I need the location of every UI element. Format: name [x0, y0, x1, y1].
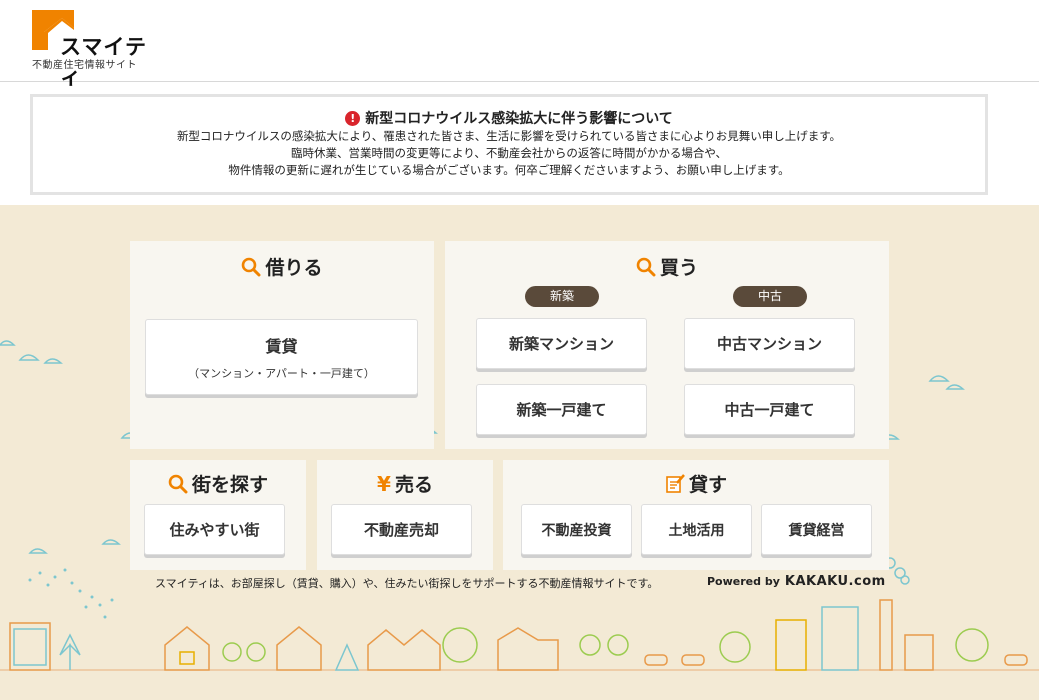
site-logo[interactable]: スマイティ 不動産住宅情報サイト [32, 10, 152, 89]
real-estate-sale-button[interactable]: 不動産売却 [331, 504, 472, 555]
search-icon [241, 257, 261, 277]
sell-title: ¥ 売る [317, 470, 493, 497]
land-use-label: 土地活用 [668, 522, 725, 539]
new-mansion-label: 新築マンション [508, 335, 614, 353]
rent-title-text: 借りる [265, 257, 323, 279]
search-icon [168, 474, 188, 494]
rental-management-label: 賃貸経営 [788, 522, 845, 539]
land-use-button[interactable]: 土地活用 [641, 504, 752, 555]
kakaku-logo: KAKAKU.com [784, 574, 886, 589]
town-panel: 街を探す 住みやすい街 [130, 460, 306, 570]
used-mansion-label: 中古マンション [716, 335, 822, 353]
lend-title: 貸す [503, 470, 889, 497]
chintai-sub-label: （マンション・アパート・一戸建て） [188, 367, 375, 380]
lend-title-text: 貸す [688, 474, 727, 496]
town-title-text: 街を探す [191, 474, 268, 496]
used-tag: 中古 [733, 286, 807, 307]
rent-panel: 借りる 賃貸 （マンション・アパート・一戸建て） [130, 241, 434, 449]
town-title: 街を探す [130, 470, 306, 497]
used-house-label: 中古一戸建て [724, 401, 815, 419]
used-house-button[interactable]: 中古一戸建て [684, 384, 855, 435]
powered-by-text: Powered by [707, 575, 780, 588]
logo-tagline: 不動産住宅情報サイト [32, 60, 137, 71]
rental-management-button[interactable]: 賃貸経営 [761, 504, 872, 555]
notice-title-text: 新型コロナウイルス感染拡大に伴う影響について [365, 111, 673, 127]
livable-town-label: 住みやすい街 [169, 521, 260, 539]
livable-town-button[interactable]: 住みやすい街 [144, 504, 285, 555]
new-house-label: 新築一戸建て [516, 401, 607, 419]
investment-button[interactable]: 不動産投資 [521, 504, 632, 555]
chintai-label: 賃貸 [265, 337, 298, 356]
sell-title-text: 売る [394, 474, 433, 496]
notice-line-2: 臨時休業、営業時間の変更等により、不動産会社からの返答に時間がかかる場合や、 [291, 146, 727, 160]
new-tag: 新築 [525, 286, 599, 307]
yen-icon: ¥ [377, 471, 391, 496]
notice-line-3: 物件情報の更新に遅れが生じている場合がございます。何卒ご理解くださいますよう、お… [228, 163, 790, 177]
search-icon [636, 257, 656, 277]
buy-panel: 買う 新築 中古 新築マンション 中古マンション 新築一戸建て 中古一戸建て [445, 241, 889, 449]
memo-pencil-icon [665, 473, 685, 494]
notice-title: ! 新型コロナウイルス感染拡大に伴う影響について [33, 108, 985, 128]
covid-notice: ! 新型コロナウイルス感染拡大に伴う影響について 新型コロナウイルスの感染拡大に… [30, 94, 988, 195]
real-estate-sale-label: 不動産売却 [363, 521, 439, 539]
new-mansion-button[interactable]: 新築マンション [476, 318, 647, 369]
used-mansion-button[interactable]: 中古マンション [684, 318, 855, 369]
buy-title: 買う [445, 253, 889, 280]
site-header: スマイティ 不動産住宅情報サイト [0, 0, 1039, 89]
investment-label: 不動産投資 [541, 522, 612, 539]
site-description: スマイティは、お部屋探し（賃貸、購入）や、住みたい街探しをサポートする不動産情報… [155, 577, 659, 590]
powered-by[interactable]: Powered by KAKAKU.com [707, 574, 886, 589]
rent-title: 借りる [130, 253, 434, 280]
new-house-button[interactable]: 新築一戸建て [476, 384, 647, 435]
buy-title-text: 買う [659, 257, 698, 279]
chintai-button[interactable]: 賃貸 （マンション・アパート・一戸建て） [145, 319, 418, 395]
alert-icon: ! [345, 110, 361, 126]
lend-panel: 貸す 不動産投資 土地活用 賃貸経営 [503, 460, 889, 570]
notice-line-1: 新型コロナウイルスの感染拡大により、罹患された皆さま、生活に影響を受けられている… [176, 129, 842, 143]
sell-panel: ¥ 売る 不動産売却 [317, 460, 493, 570]
